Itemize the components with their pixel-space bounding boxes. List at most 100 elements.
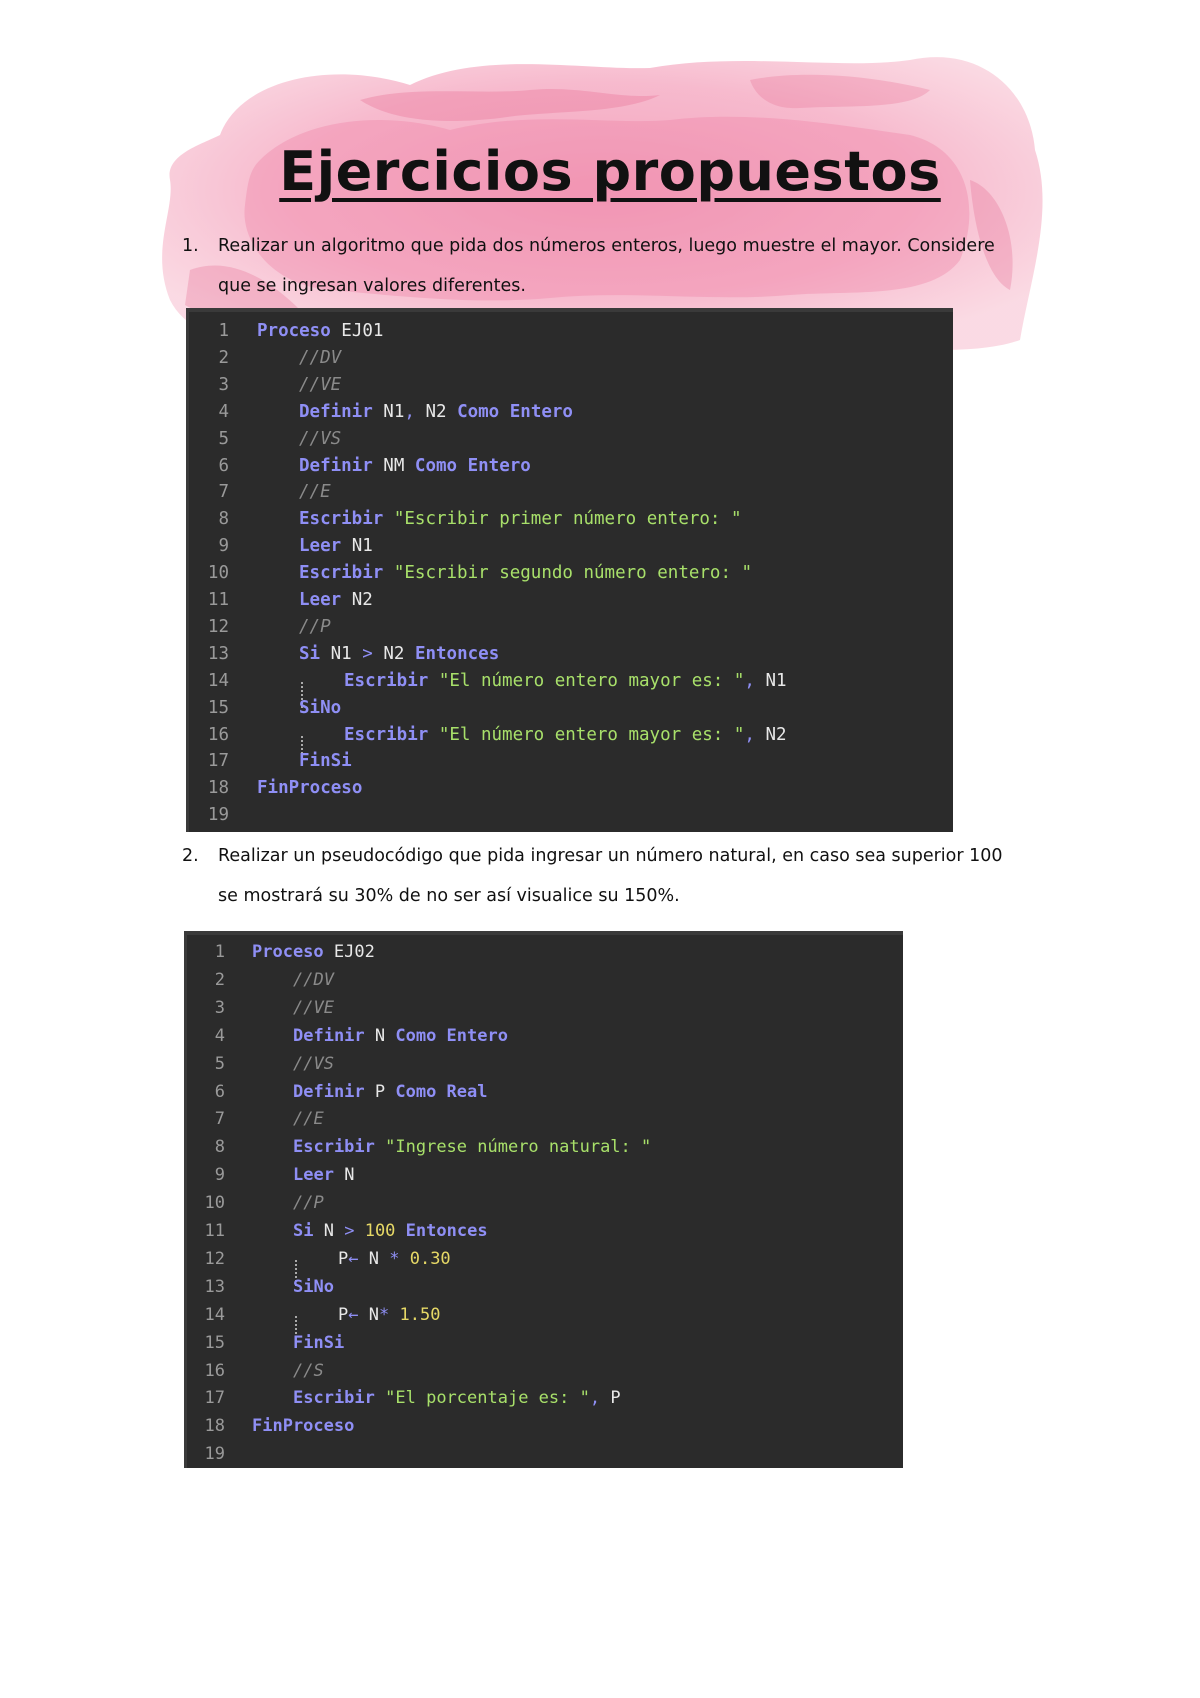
- code-text: //DV: [299, 345, 341, 372]
- line-number: 16: [204, 1360, 225, 1381]
- code-token: //VS: [299, 428, 342, 449]
- line-number: 2: [214, 969, 225, 990]
- line-number: 8: [214, 1137, 225, 1158]
- code-text: Escribir "El porcentaje es: ", P: [293, 1385, 621, 1413]
- exercise-text-line: que se ingresan valores diferentes.: [218, 276, 526, 296]
- code-token: //VS: [293, 1053, 334, 1074]
- code-token: P: [338, 1304, 349, 1325]
- code-token: *: [389, 1248, 400, 1269]
- code-token: N2: [372, 643, 415, 664]
- exercise-number: 1.: [182, 236, 199, 256]
- code-token: N1: [341, 536, 373, 557]
- code-token: "El número entero mayor es: ": [438, 724, 745, 745]
- code-token: 0.30: [409, 1248, 451, 1269]
- line-number: 12: [207, 616, 229, 637]
- code-token: //S: [293, 1360, 324, 1381]
- code-token: //VE: [299, 374, 342, 395]
- code-line: 5 //VS: [187, 1051, 903, 1079]
- code-token: Leer: [299, 536, 342, 557]
- code-token: Como Real: [395, 1081, 488, 1102]
- code-line: 18 FinProceso: [189, 775, 953, 802]
- line-number: 15: [207, 697, 229, 718]
- code-token: //E: [293, 1109, 324, 1130]
- exercise-text: Realizar un algoritmo que pida dos númer…: [218, 226, 995, 306]
- code-text: Definir P Como Real: [293, 1079, 488, 1107]
- code-line: 8 Escribir "Escribir primer número entero…: [189, 506, 953, 533]
- code-line: 13 Si N1 > N2 Entonces: [189, 641, 953, 668]
- code-token: >: [362, 643, 373, 664]
- code-text: //E: [299, 479, 331, 506]
- code-token: EJ02: [323, 942, 375, 962]
- code-token: Escribir: [299, 563, 384, 584]
- line-number: 8: [218, 509, 229, 530]
- exercise-number: 2.: [182, 846, 199, 866]
- code-token: "El porcentaje es: ": [385, 1388, 590, 1409]
- code-text: //E: [293, 1106, 324, 1134]
- code-block-1: 1 Proceso EJ01 2 //DV 3 //VE 4 Definir N1, N2 C…: [186, 308, 953, 832]
- code-text: Leer N1: [299, 533, 373, 560]
- code-text: Si N1 > N2 Entonces: [299, 641, 499, 668]
- code-token: Leer: [293, 1165, 334, 1186]
- code-token: SiNo: [293, 1276, 334, 1297]
- code-token: Si: [299, 643, 321, 664]
- code-line: 3 //VE: [189, 372, 953, 399]
- line-number: 6: [218, 455, 229, 476]
- code-line: 16 Escribir "El número entero mayor es: "…: [189, 722, 953, 762]
- code-line: 7 //E: [187, 1106, 903, 1134]
- code-token: Si: [293, 1221, 314, 1241]
- code-line: 1 Proceso EJ01: [189, 318, 953, 345]
- code-token: Como Entero: [457, 401, 573, 422]
- line-number: 12: [204, 1248, 225, 1269]
- code-text: Proceso EJ02: [252, 939, 375, 967]
- code-token: ,: [744, 670, 755, 691]
- code-token: Escribir: [293, 1388, 375, 1409]
- code-token: Escribir: [293, 1137, 375, 1158]
- code-token: "Escribir primer número entero: ": [393, 509, 742, 530]
- code-token: ←: [348, 1248, 359, 1269]
- code-line: 10 Escribir "Escribir segundo número ente…: [189, 560, 953, 587]
- line-number: 11: [207, 590, 229, 610]
- line-number: 10: [204, 1193, 225, 1214]
- code-line: 11 Si N > 100 Entonces: [187, 1218, 903, 1246]
- code-token: N: [333, 1165, 355, 1186]
- line-number: 4: [214, 1025, 225, 1046]
- code-line: 7 //E: [189, 479, 953, 506]
- code-line: 4 Definir N Como Entero: [187, 1023, 903, 1051]
- line-number: 9: [218, 536, 229, 557]
- line-number: 19: [207, 805, 229, 826]
- code-token: *: [378, 1304, 390, 1325]
- line-number: 18: [204, 1416, 225, 1437]
- code-line: 12 P← N * 0.30: [187, 1246, 903, 1286]
- code-text: Leer N2: [299, 587, 373, 614]
- code-token: FinProceso: [257, 778, 363, 799]
- code-token: N2: [414, 401, 458, 422]
- code-text: //P: [299, 614, 331, 641]
- code-line: 10 //P: [187, 1190, 903, 1218]
- code-line: 14 P← N* 1.50: [187, 1302, 903, 1342]
- code-line: 5 //VS: [189, 426, 953, 453]
- code-text: Definir N Como Entero: [293, 1023, 508, 1051]
- code-token: NM: [372, 455, 415, 476]
- code-token: N2: [754, 724, 787, 745]
- code-token: ,: [589, 1388, 601, 1409]
- line-number: 1: [214, 942, 225, 962]
- code-line: 17 FinSi: [189, 748, 953, 775]
- code-line: 14 Escribir "El número entero mayor es: "…: [189, 668, 953, 708]
- code-token: EJ01: [330, 321, 384, 341]
- code-token: Proceso: [257, 321, 331, 341]
- line-number: 14: [207, 670, 229, 691]
- code-line: 17 Escribir "El porcentaje es: ", P: [187, 1385, 903, 1413]
- line-number: 3: [218, 374, 229, 395]
- code-line: 6 Definir NM Como Entero: [189, 453, 953, 480]
- code-text: Leer N: [293, 1162, 354, 1190]
- code-token: FinSi: [299, 751, 352, 772]
- code-token: SiNo: [299, 697, 342, 718]
- code-line: 2 //DV: [189, 345, 953, 372]
- code-token: Como Entero: [395, 1025, 508, 1046]
